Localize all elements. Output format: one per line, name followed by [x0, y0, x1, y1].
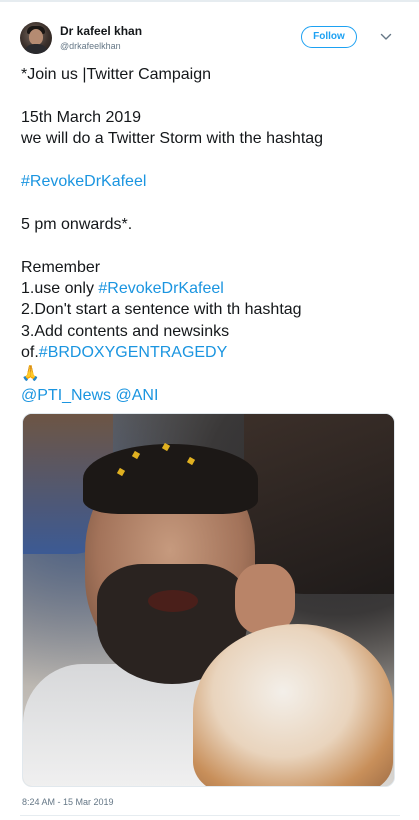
tweet-line: 15th March 2019: [21, 108, 142, 126]
chevron-down-icon[interactable]: [380, 32, 392, 42]
bottom-divider: [20, 815, 400, 816]
tweet-line: we will do a Twitter Storm with the hash…: [21, 130, 324, 148]
tweet-line: #RevokeDrKafeel: [21, 171, 401, 192]
photo-mouth: [148, 590, 198, 612]
tweet-line: *Join us |Twitter Campaign: [21, 66, 212, 83]
mention-link[interactable]: @ANI: [116, 387, 159, 404]
tweet-line: Remember: [21, 258, 101, 276]
hashtag-link[interactable]: #RevokeDrKafeel: [21, 173, 146, 190]
photo-hair: [83, 444, 258, 514]
tweet-photo[interactable]: [22, 413, 395, 787]
tweet-text: *Join us |Twitter Campaign 15th March 20…: [21, 64, 401, 406]
tweet-line: 2.Don't start a sentence with th hashtag: [21, 301, 302, 319]
tweet-line: 5 pm onwards*.: [21, 215, 133, 233]
tweet-line: of.#BRDOXYGENTRAGEDY: [21, 342, 401, 363]
tweet-line: 1.use only #RevokeDrKafeel: [21, 278, 401, 299]
avatar-face: [29, 29, 43, 45]
follow-button[interactable]: Follow: [301, 26, 357, 48]
folded-hands-emoji: 🙏: [21, 365, 40, 383]
tweet-line: @PTI_News @ANI: [21, 385, 401, 406]
author-name[interactable]: Dr kafeel khan: [60, 24, 142, 38]
author-handle[interactable]: @drkafeelkhan: [60, 41, 121, 51]
top-divider: [0, 0, 419, 2]
tweet-timestamp[interactable]: 8:24 AM - 15 Mar 2019: [22, 797, 114, 807]
mention-link[interactable]: @PTI_News: [21, 387, 111, 404]
tweet-card: Dr kafeel khan @drkafeelkhan Follow *Joi…: [0, 0, 419, 820]
hashtag-link[interactable]: #RevokeDrKafeel: [98, 280, 223, 297]
tweet-line: 3.Add contents and newsinks: [21, 322, 230, 340]
hashtag-link[interactable]: #BRDOXYGENTRAGEDY: [39, 344, 227, 361]
rule-text: of.: [21, 344, 39, 362]
rule-text: 1.use only: [21, 279, 99, 297]
tweet-line: 🙏: [21, 363, 401, 384]
avatar-shirt: [24, 44, 48, 54]
avatar[interactable]: [20, 22, 52, 54]
